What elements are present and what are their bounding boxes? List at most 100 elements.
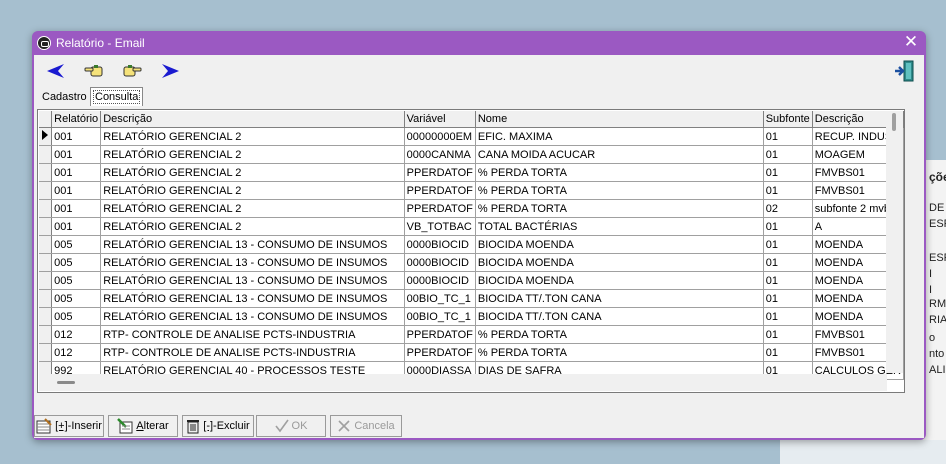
table-row[interactable]: 001 RELATÓRIO GERENCIAL 2 VB_TOTBAC TOTAL B… xyxy=(39,217,904,236)
cell-descricao[interactable]: RELATÓRIO GERENCIAL 13 - CONSUMO DE INSU… xyxy=(100,307,405,326)
table-row[interactable]: 012 RTP- CONTROLE DE ANALISE PCTS-INDUSTR… xyxy=(39,325,904,344)
cell-relatorio[interactable]: 012 xyxy=(51,325,102,344)
row-indicator-cell[interactable] xyxy=(39,253,53,272)
cell-relatorio[interactable]: 001 xyxy=(51,181,102,200)
cell-variavel[interactable]: PPERDATOF xyxy=(404,181,476,200)
row-indicator-cell[interactable] xyxy=(39,181,53,200)
cell-nome[interactable]: BIOCIDA MOENDA xyxy=(475,271,764,290)
inserir-button[interactable]: [+]-Inserir xyxy=(34,415,104,437)
tab-consulta[interactable]: Consulta xyxy=(90,87,144,106)
cell-relatorio[interactable]: 005 xyxy=(51,271,102,290)
cell-descricao[interactable]: RELATÓRIO GERENCIAL 13 - CONSUMO DE INSU… xyxy=(100,289,405,308)
ok-button[interactable]: OK xyxy=(256,415,326,437)
horizontal-scrollbar[interactable] xyxy=(39,374,887,391)
cell-descricao[interactable]: RTP- CONTROLE DE ANALISE PCTS-INDUSTRIA xyxy=(100,343,405,362)
cell-subfonte[interactable]: 01 xyxy=(763,217,813,236)
cell-subfonte[interactable]: 01 xyxy=(763,253,813,272)
column-header-descricao[interactable]: Descrição xyxy=(100,111,405,128)
cell-nome[interactable]: CANA MOIDA ACUCAR xyxy=(475,145,764,164)
table-row[interactable]: 001 RELATÓRIO GERENCIAL 2 0000CANMA CANA MO… xyxy=(39,145,904,164)
alterar-button[interactable]: Alterar xyxy=(108,415,178,437)
cell-relatorio[interactable]: 001 xyxy=(51,217,102,236)
horizontal-scroll-thumb[interactable] xyxy=(57,381,75,384)
cell-variavel[interactable]: PPERDATOF xyxy=(404,343,476,362)
table-row[interactable]: 005 RELATÓRIO GERENCIAL 13 - CONSUMO DE I… xyxy=(39,235,904,254)
cell-nome[interactable]: % PERDA TORTA xyxy=(475,163,764,182)
tab-cadastro[interactable]: Cadastro xyxy=(38,89,91,105)
cell-nome[interactable]: TOTAL BACTÉRIAS xyxy=(475,217,764,236)
cell-nome[interactable]: EFIC. MAXIMA xyxy=(475,127,764,146)
vertical-scrollbar[interactable] xyxy=(886,111,903,373)
table-row[interactable]: 005 RELATÓRIO GERENCIAL 13 - CONSUMO DE I… xyxy=(39,289,904,308)
cell-variavel[interactable]: 0000BIOCID xyxy=(404,235,476,254)
cell-subfonte[interactable]: 02 xyxy=(763,199,813,218)
cell-subfonte[interactable]: 01 xyxy=(763,325,813,344)
row-indicator-cell[interactable] xyxy=(39,271,53,290)
cell-subfonte[interactable]: 01 xyxy=(763,127,813,146)
first-record-button[interactable] xyxy=(44,61,68,81)
table-row[interactable]: 001 RELATÓRIO GERENCIAL 2 00000000EM EFIC. … xyxy=(39,127,904,146)
column-header-nome[interactable]: Nome xyxy=(475,111,764,128)
cell-descricao[interactable]: RELATÓRIO GERENCIAL 13 - CONSUMO DE INSU… xyxy=(100,235,405,254)
cell-variavel[interactable]: VB_TOTBAC xyxy=(404,217,476,236)
table-row[interactable]: 001 RELATÓRIO GERENCIAL 2 PPERDATOF% PERDA… xyxy=(39,181,904,200)
vertical-scroll-thumb[interactable] xyxy=(892,113,896,131)
cell-descricao[interactable]: RELATÓRIO GERENCIAL 2 xyxy=(100,181,405,200)
column-header-subfonte[interactable]: Subfonte xyxy=(763,111,813,128)
row-indicator-cell[interactable] xyxy=(39,307,53,326)
cell-subfonte[interactable]: 01 xyxy=(763,289,813,308)
last-record-button[interactable] xyxy=(158,61,182,81)
cell-subfonte[interactable]: 01 xyxy=(763,145,813,164)
table-row[interactable]: 001 RELATÓRIO GERENCIAL 2 PPERDATOF% PERDA… xyxy=(39,199,904,218)
exit-button[interactable] xyxy=(892,60,916,82)
cell-descricao[interactable]: RELATÓRIO GERENCIAL 13 - CONSUMO DE INSU… xyxy=(100,253,405,272)
row-indicator-cell[interactable] xyxy=(39,289,53,308)
cell-relatorio[interactable]: 005 xyxy=(51,289,102,308)
cell-descricao[interactable]: RELATÓRIO GERENCIAL 2 xyxy=(100,199,405,218)
cell-nome[interactable]: BIOCIDA TT/.TON CANA xyxy=(475,289,764,308)
table-row[interactable]: 005 RELATÓRIO GERENCIAL 13 - CONSUMO DE I… xyxy=(39,253,904,272)
cell-descricao[interactable]: RELATÓRIO GERENCIAL 2 xyxy=(100,217,405,236)
row-indicator-cell[interactable] xyxy=(39,235,53,254)
cell-subfonte[interactable]: 01 xyxy=(763,163,813,182)
cell-nome[interactable]: % PERDA TORTA xyxy=(475,325,764,344)
cell-subfonte[interactable]: 01 xyxy=(763,271,813,290)
row-indicator-cell[interactable] xyxy=(39,199,53,218)
cell-nome[interactable]: % PERDA TORTA xyxy=(475,181,764,200)
cell-descricao[interactable]: RELATÓRIO GERENCIAL 2 xyxy=(100,145,405,164)
table-row[interactable]: 001 RELATÓRIO GERENCIAL 2 PPERDATOF% PERDA… xyxy=(39,163,904,182)
cell-subfonte[interactable]: 01 xyxy=(763,181,813,200)
cell-relatorio[interactable]: 005 xyxy=(51,253,102,272)
cell-nome[interactable]: % PERDA TORTA xyxy=(475,343,764,362)
title-bar[interactable]: Relatório - Email ✕ xyxy=(32,31,926,55)
cell-relatorio[interactable]: 001 xyxy=(51,163,102,182)
cell-descricao[interactable]: RELATÓRIO GERENCIAL 2 xyxy=(100,127,405,146)
previous-record-button[interactable] xyxy=(82,61,106,81)
cell-variavel[interactable]: PPERDATOF xyxy=(404,325,476,344)
cell-variavel[interactable]: 00BIO_TC_1 xyxy=(404,289,476,308)
excluir-button[interactable]: [-]-Excluir xyxy=(182,415,254,437)
cell-descricao[interactable]: RELATÓRIO GERENCIAL 13 - CONSUMO DE INSU… xyxy=(100,271,405,290)
cell-subfonte[interactable]: 01 xyxy=(763,307,813,326)
cell-variavel[interactable]: 0000BIOCID xyxy=(404,253,476,272)
cell-descricao[interactable]: RELATÓRIO GERENCIAL 2 xyxy=(100,163,405,182)
row-indicator-cell[interactable] xyxy=(39,343,53,362)
table-row[interactable]: 012 RTP- CONTROLE DE ANALISE PCTS-INDUSTR… xyxy=(39,343,904,362)
cell-nome[interactable]: BIOCIDA TT/.TON CANA xyxy=(475,307,764,326)
cell-subfonte[interactable]: 01 xyxy=(763,235,813,254)
cell-nome[interactable]: BIOCIDA MOENDA xyxy=(475,253,764,272)
cell-relatorio[interactable]: 001 xyxy=(51,127,102,146)
cell-relatorio[interactable]: 005 xyxy=(51,235,102,254)
cell-nome[interactable]: BIOCIDA MOENDA xyxy=(475,235,764,254)
column-header-relatorio[interactable]: Relatório xyxy=(51,111,102,128)
table-row[interactable]: 005 RELATÓRIO GERENCIAL 13 - CONSUMO DE I… xyxy=(39,271,904,290)
cell-nome[interactable]: % PERDA TORTA xyxy=(475,199,764,218)
cell-descricao[interactable]: RTP- CONTROLE DE ANALISE PCTS-INDUSTRIA xyxy=(100,325,405,344)
next-record-button[interactable] xyxy=(120,61,144,81)
cell-relatorio[interactable]: 012 xyxy=(51,343,102,362)
cell-variavel[interactable]: 00000000EM xyxy=(404,127,476,146)
row-indicator-cell[interactable] xyxy=(39,145,53,164)
cell-variavel[interactable]: 00BIO_TC_1 xyxy=(404,307,476,326)
cell-variavel[interactable]: PPERDATOF xyxy=(404,199,476,218)
row-indicator-cell[interactable] xyxy=(39,127,53,146)
